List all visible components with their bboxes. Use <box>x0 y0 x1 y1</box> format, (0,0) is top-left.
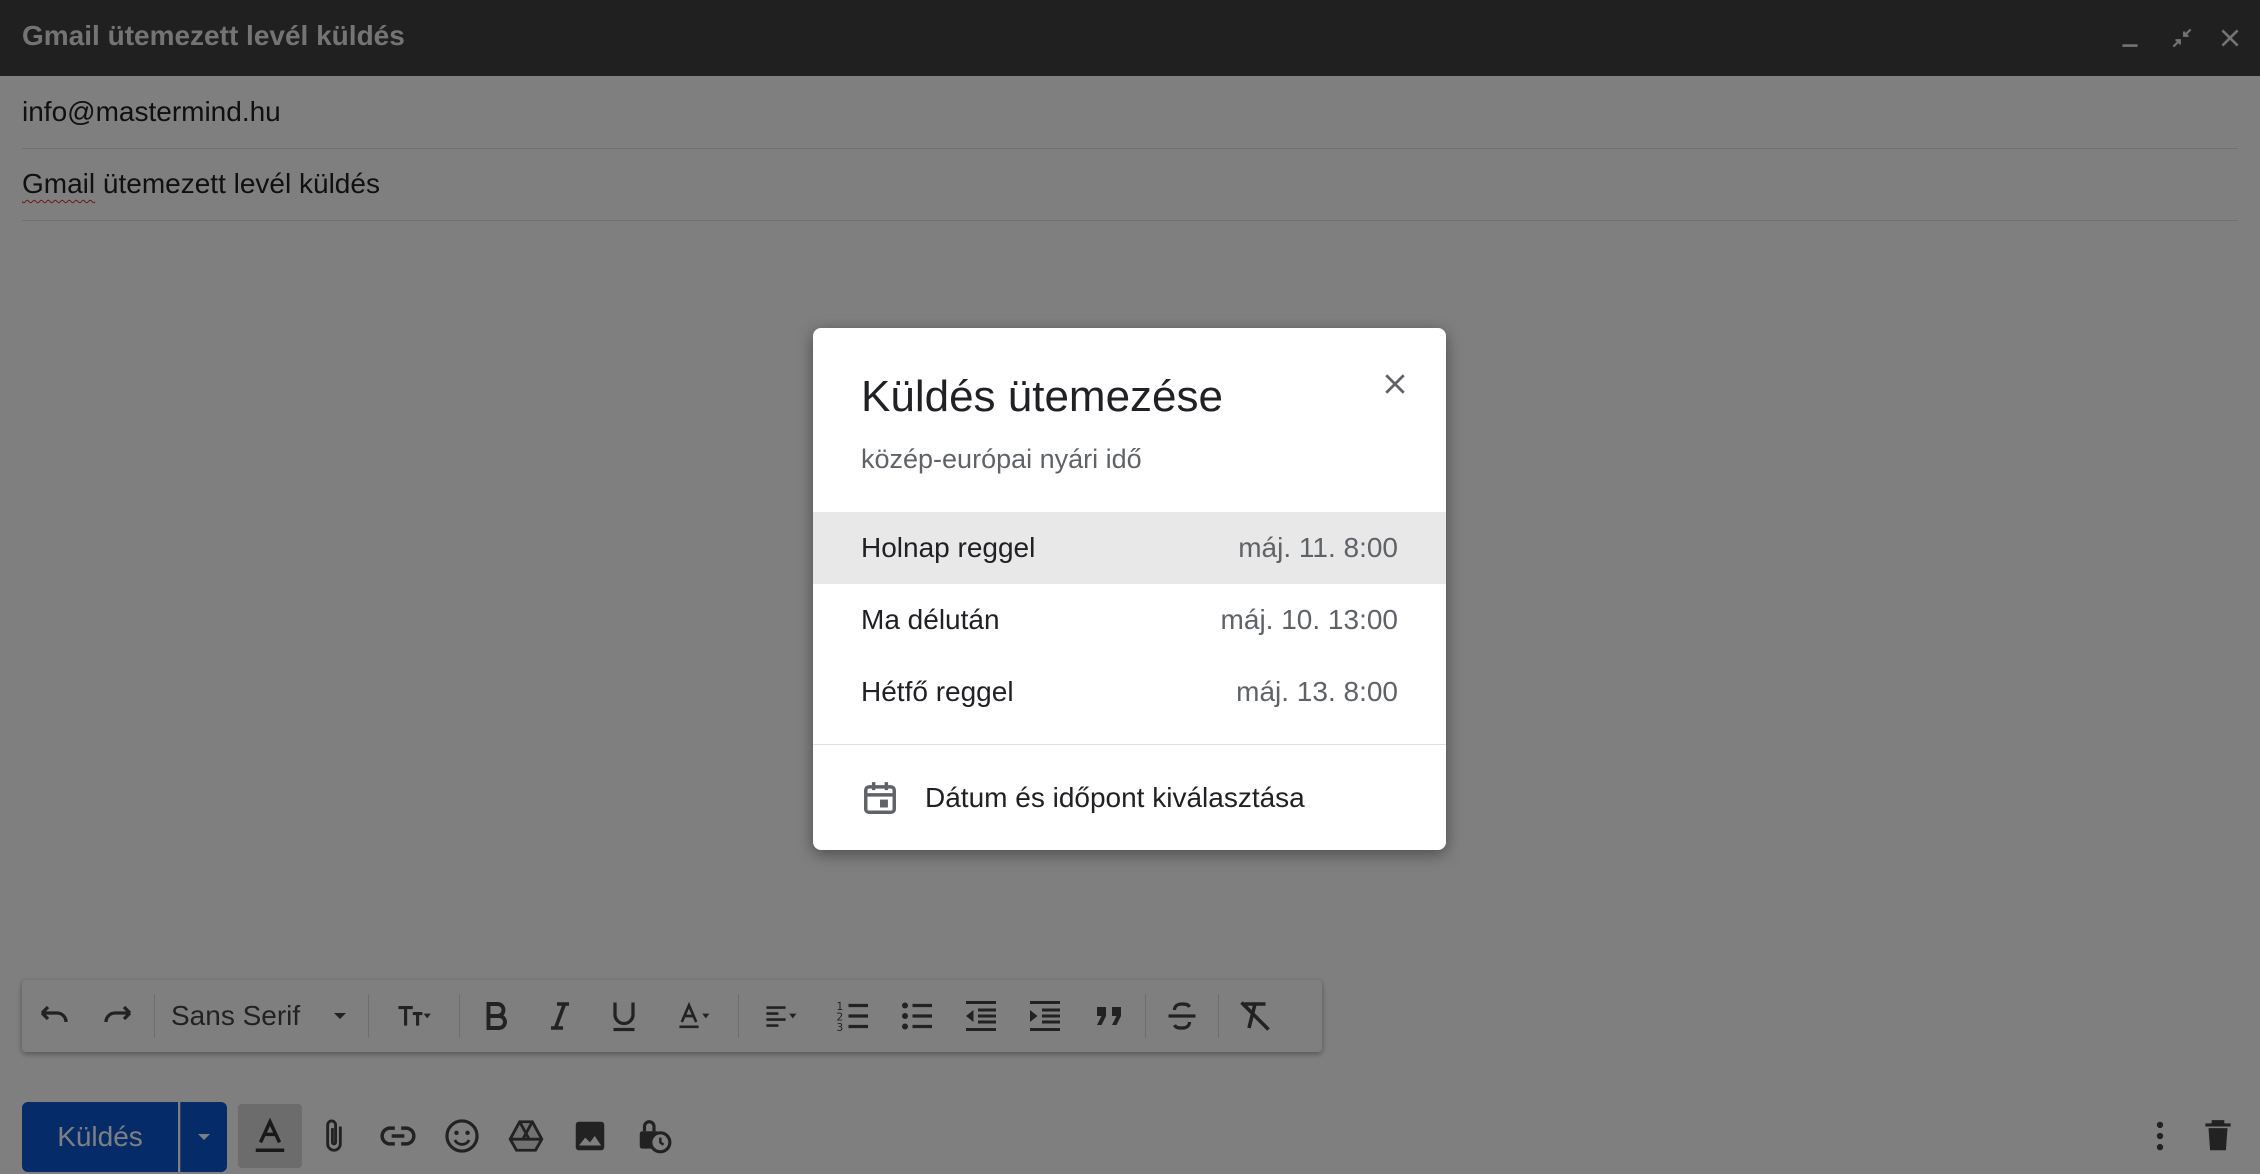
schedule-send-dialog: Küldés ütemezése közép-európai nyári idő… <box>813 328 1446 850</box>
schedule-option-label: Ma délután <box>861 604 1000 635</box>
schedule-option-monday-morning[interactable]: Hétfő reggel máj. 13. 8:00 <box>813 656 1446 728</box>
schedule-option-datetime: máj. 13. 8:00 <box>1236 676 1398 707</box>
schedule-option-this-afternoon[interactable]: Ma délután máj. 10. 13:00 <box>813 584 1446 656</box>
schedule-option-datetime: máj. 11. 8:00 <box>1238 532 1398 563</box>
schedule-option-datetime: máj. 10. 13:00 <box>1220 604 1398 635</box>
close-icon <box>1385 374 1405 394</box>
schedule-option-tomorrow-morning[interactable]: Holnap reggel máj. 11. 8:00 <box>813 512 1446 584</box>
calendar-icon <box>864 782 896 814</box>
dialog-divider <box>813 744 1446 745</box>
dialog-title: Küldés ütemezése <box>861 372 1223 421</box>
dialog-close-button[interactable] <box>1371 360 1419 408</box>
schedule-option-label: Holnap reggel <box>861 532 1036 563</box>
schedule-option-label: Hétfő reggel <box>861 676 1014 707</box>
dialog-timezone: közép-európai nyári idő <box>861 444 1142 474</box>
pick-date-time-button[interactable]: Dátum és időpont kiválasztása <box>813 746 1446 850</box>
pick-date-time-label: Dátum és időpont kiválasztása <box>925 782 1305 813</box>
